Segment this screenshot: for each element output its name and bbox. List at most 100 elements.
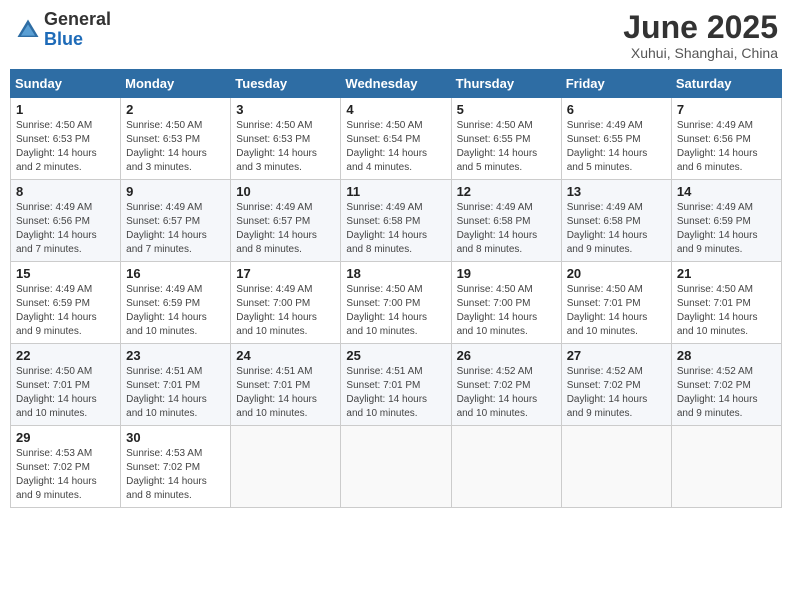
calendar-cell: 26 Sunrise: 4:52 AMSunset: 7:02 PMDaylig… bbox=[451, 344, 561, 426]
logo-text: General Blue bbox=[44, 10, 111, 50]
day-info: Sunrise: 4:53 AMSunset: 7:02 PMDaylight:… bbox=[16, 447, 115, 503]
day-info: Sunrise: 4:51 AMSunset: 7:01 PMDaylight:… bbox=[346, 365, 445, 421]
day-info: Sunrise: 4:49 AMSunset: 7:00 PMDaylight:… bbox=[236, 283, 335, 339]
day-number: 19 bbox=[457, 266, 556, 281]
day-number: 4 bbox=[346, 102, 445, 117]
calendar-cell bbox=[341, 426, 451, 508]
calendar-week-3: 15 Sunrise: 4:49 AMSunset: 6:59 PMDaylig… bbox=[11, 262, 782, 344]
calendar-cell: 4 Sunrise: 4:50 AMSunset: 6:54 PMDayligh… bbox=[341, 98, 451, 180]
calendar-cell bbox=[231, 426, 341, 508]
day-number: 7 bbox=[677, 102, 776, 117]
calendar-cell: 12 Sunrise: 4:49 AMSunset: 6:58 PMDaylig… bbox=[451, 180, 561, 262]
calendar-cell: 22 Sunrise: 4:50 AMSunset: 7:01 PMDaylig… bbox=[11, 344, 121, 426]
calendar-cell: 25 Sunrise: 4:51 AMSunset: 7:01 PMDaylig… bbox=[341, 344, 451, 426]
day-info: Sunrise: 4:51 AMSunset: 7:01 PMDaylight:… bbox=[236, 365, 335, 421]
day-info: Sunrise: 4:49 AMSunset: 6:56 PMDaylight:… bbox=[677, 119, 776, 175]
calendar-header-sunday: Sunday bbox=[11, 70, 121, 98]
calendar-cell: 7 Sunrise: 4:49 AMSunset: 6:56 PMDayligh… bbox=[671, 98, 781, 180]
day-number: 6 bbox=[567, 102, 666, 117]
day-info: Sunrise: 4:49 AMSunset: 6:59 PMDaylight:… bbox=[677, 201, 776, 257]
calendar-week-4: 22 Sunrise: 4:50 AMSunset: 7:01 PMDaylig… bbox=[11, 344, 782, 426]
day-number: 18 bbox=[346, 266, 445, 281]
calendar-cell: 8 Sunrise: 4:49 AMSunset: 6:56 PMDayligh… bbox=[11, 180, 121, 262]
location: Xuhui, Shanghai, China bbox=[623, 45, 778, 61]
day-number: 23 bbox=[126, 348, 225, 363]
calendar-table: SundayMondayTuesdayWednesdayThursdayFrid… bbox=[10, 69, 782, 508]
calendar-cell: 19 Sunrise: 4:50 AMSunset: 7:00 PMDaylig… bbox=[451, 262, 561, 344]
calendar-cell: 24 Sunrise: 4:51 AMSunset: 7:01 PMDaylig… bbox=[231, 344, 341, 426]
logo-blue: Blue bbox=[44, 30, 111, 50]
calendar-header-saturday: Saturday bbox=[671, 70, 781, 98]
calendar-cell bbox=[671, 426, 781, 508]
calendar-cell bbox=[561, 426, 671, 508]
day-number: 30 bbox=[126, 430, 225, 445]
day-number: 8 bbox=[16, 184, 115, 199]
calendar-cell: 23 Sunrise: 4:51 AMSunset: 7:01 PMDaylig… bbox=[121, 344, 231, 426]
day-info: Sunrise: 4:53 AMSunset: 7:02 PMDaylight:… bbox=[126, 447, 225, 503]
calendar-week-5: 29 Sunrise: 4:53 AMSunset: 7:02 PMDaylig… bbox=[11, 426, 782, 508]
day-number: 25 bbox=[346, 348, 445, 363]
day-number: 5 bbox=[457, 102, 556, 117]
calendar-week-2: 8 Sunrise: 4:49 AMSunset: 6:56 PMDayligh… bbox=[11, 180, 782, 262]
day-number: 12 bbox=[457, 184, 556, 199]
calendar-cell: 20 Sunrise: 4:50 AMSunset: 7:01 PMDaylig… bbox=[561, 262, 671, 344]
calendar-cell: 17 Sunrise: 4:49 AMSunset: 7:00 PMDaylig… bbox=[231, 262, 341, 344]
day-info: Sunrise: 4:50 AMSunset: 6:55 PMDaylight:… bbox=[457, 119, 556, 175]
calendar-cell: 2 Sunrise: 4:50 AMSunset: 6:53 PMDayligh… bbox=[121, 98, 231, 180]
title-area: June 2025 Xuhui, Shanghai, China bbox=[623, 10, 778, 61]
day-number: 16 bbox=[126, 266, 225, 281]
day-number: 3 bbox=[236, 102, 335, 117]
calendar-cell bbox=[451, 426, 561, 508]
calendar-header-thursday: Thursday bbox=[451, 70, 561, 98]
calendar-cell: 15 Sunrise: 4:49 AMSunset: 6:59 PMDaylig… bbox=[11, 262, 121, 344]
day-info: Sunrise: 4:50 AMSunset: 7:00 PMDaylight:… bbox=[457, 283, 556, 339]
month-title: June 2025 bbox=[623, 10, 778, 45]
calendar-cell: 11 Sunrise: 4:49 AMSunset: 6:58 PMDaylig… bbox=[341, 180, 451, 262]
calendar-cell: 9 Sunrise: 4:49 AMSunset: 6:57 PMDayligh… bbox=[121, 180, 231, 262]
calendar-cell: 3 Sunrise: 4:50 AMSunset: 6:53 PMDayligh… bbox=[231, 98, 341, 180]
day-number: 11 bbox=[346, 184, 445, 199]
day-number: 28 bbox=[677, 348, 776, 363]
calendar-cell: 30 Sunrise: 4:53 AMSunset: 7:02 PMDaylig… bbox=[121, 426, 231, 508]
day-number: 27 bbox=[567, 348, 666, 363]
calendar-cell: 27 Sunrise: 4:52 AMSunset: 7:02 PMDaylig… bbox=[561, 344, 671, 426]
calendar-header-friday: Friday bbox=[561, 70, 671, 98]
calendar-header-tuesday: Tuesday bbox=[231, 70, 341, 98]
day-info: Sunrise: 4:49 AMSunset: 6:58 PMDaylight:… bbox=[567, 201, 666, 257]
day-number: 21 bbox=[677, 266, 776, 281]
day-info: Sunrise: 4:49 AMSunset: 6:55 PMDaylight:… bbox=[567, 119, 666, 175]
day-number: 10 bbox=[236, 184, 335, 199]
day-number: 26 bbox=[457, 348, 556, 363]
day-number: 22 bbox=[16, 348, 115, 363]
day-info: Sunrise: 4:49 AMSunset: 6:58 PMDaylight:… bbox=[346, 201, 445, 257]
logo-icon bbox=[14, 16, 42, 44]
day-info: Sunrise: 4:49 AMSunset: 6:58 PMDaylight:… bbox=[457, 201, 556, 257]
day-info: Sunrise: 4:52 AMSunset: 7:02 PMDaylight:… bbox=[567, 365, 666, 421]
calendar-cell: 5 Sunrise: 4:50 AMSunset: 6:55 PMDayligh… bbox=[451, 98, 561, 180]
calendar-cell: 10 Sunrise: 4:49 AMSunset: 6:57 PMDaylig… bbox=[231, 180, 341, 262]
calendar-header-wednesday: Wednesday bbox=[341, 70, 451, 98]
calendar-cell: 18 Sunrise: 4:50 AMSunset: 7:00 PMDaylig… bbox=[341, 262, 451, 344]
day-number: 1 bbox=[16, 102, 115, 117]
logo-general: General bbox=[44, 10, 111, 30]
day-info: Sunrise: 4:52 AMSunset: 7:02 PMDaylight:… bbox=[457, 365, 556, 421]
day-info: Sunrise: 4:50 AMSunset: 7:01 PMDaylight:… bbox=[567, 283, 666, 339]
page-header: General Blue June 2025 Xuhui, Shanghai, … bbox=[10, 10, 782, 61]
day-info: Sunrise: 4:50 AMSunset: 6:53 PMDaylight:… bbox=[236, 119, 335, 175]
day-info: Sunrise: 4:51 AMSunset: 7:01 PMDaylight:… bbox=[126, 365, 225, 421]
logo: General Blue bbox=[14, 10, 111, 50]
calendar-cell: 6 Sunrise: 4:49 AMSunset: 6:55 PMDayligh… bbox=[561, 98, 671, 180]
day-number: 15 bbox=[16, 266, 115, 281]
calendar-cell: 13 Sunrise: 4:49 AMSunset: 6:58 PMDaylig… bbox=[561, 180, 671, 262]
day-number: 13 bbox=[567, 184, 666, 199]
day-number: 2 bbox=[126, 102, 225, 117]
day-info: Sunrise: 4:50 AMSunset: 7:01 PMDaylight:… bbox=[16, 365, 115, 421]
calendar-cell: 28 Sunrise: 4:52 AMSunset: 7:02 PMDaylig… bbox=[671, 344, 781, 426]
day-info: Sunrise: 4:50 AMSunset: 6:53 PMDaylight:… bbox=[16, 119, 115, 175]
day-number: 9 bbox=[126, 184, 225, 199]
calendar-cell: 1 Sunrise: 4:50 AMSunset: 6:53 PMDayligh… bbox=[11, 98, 121, 180]
day-number: 17 bbox=[236, 266, 335, 281]
calendar-header-row: SundayMondayTuesdayWednesdayThursdayFrid… bbox=[11, 70, 782, 98]
day-info: Sunrise: 4:49 AMSunset: 6:56 PMDaylight:… bbox=[16, 201, 115, 257]
calendar-cell: 21 Sunrise: 4:50 AMSunset: 7:01 PMDaylig… bbox=[671, 262, 781, 344]
